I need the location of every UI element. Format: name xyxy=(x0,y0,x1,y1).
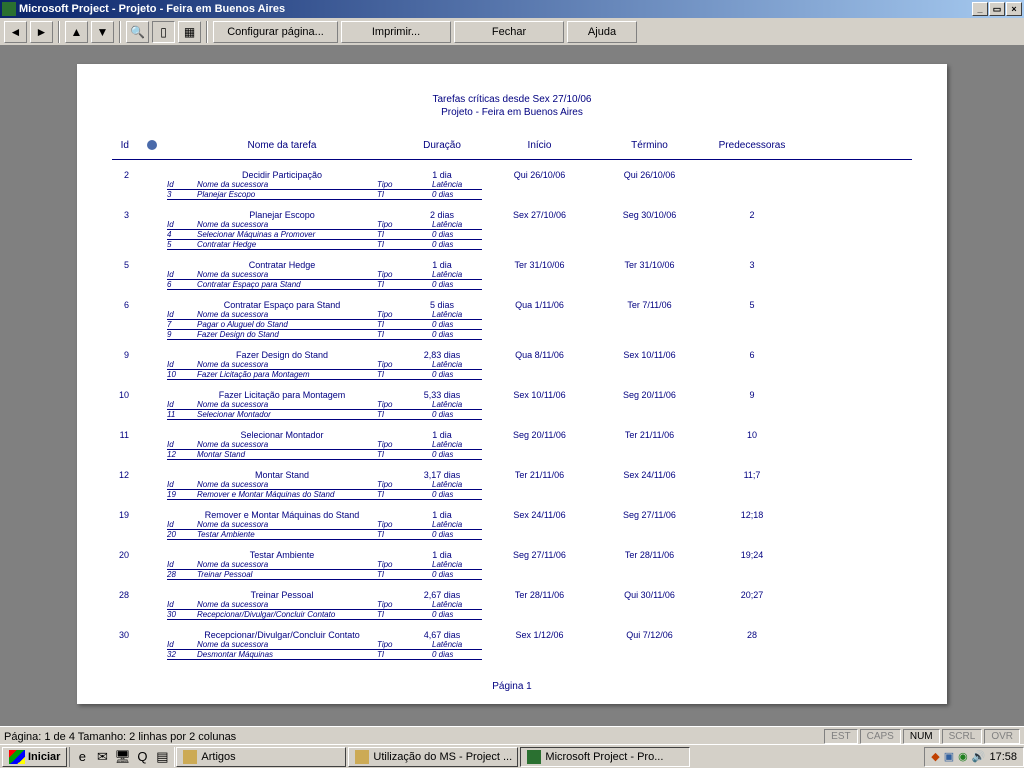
indicator-icon xyxy=(147,140,157,150)
system-tray: ◆ ▣ ◉ 🔊 17:58 xyxy=(924,747,1024,767)
col-id: Id xyxy=(97,140,137,153)
tray-icon[interactable]: ◉ xyxy=(958,750,968,763)
ie-icon[interactable]: e xyxy=(74,749,90,765)
successor-block: IdNome da sucessoraTipoLatência11Selecio… xyxy=(167,400,482,420)
successor-block: IdNome da sucessoraTipoLatência7Pagar o … xyxy=(167,310,482,340)
task-row: 28Treinar Pessoal2,67 diasTer 28/11/06Qu… xyxy=(97,590,927,600)
app-icon xyxy=(2,2,16,16)
col-name: Nome da tarefa xyxy=(167,140,397,153)
task-row: 20Testar Ambiente1 diaSeg 27/11/06Ter 28… xyxy=(97,550,927,560)
quick-launch: e ✉ 🖥 Q ▤ xyxy=(69,747,175,767)
help-button[interactable]: Ajuda xyxy=(567,21,637,43)
col-pred: Predecessoras xyxy=(707,140,797,153)
successor-block: IdNome da sucessoraTipoLatência28Treinar… xyxy=(167,560,482,580)
single-page-icon[interactable]: ▯ xyxy=(152,21,175,43)
taskbar: Iniciar e ✉ 🖥 Q ▤ ArtigosUtilização do M… xyxy=(0,744,1024,768)
statusbar: Página: 1 de 4 Tamanho: 2 linhas por 2 c… xyxy=(0,726,1024,746)
clock: 17:58 xyxy=(989,751,1017,763)
column-headers: Id Nome da tarefa Duração Início Término… xyxy=(97,140,927,153)
status-est: EST xyxy=(824,729,857,744)
task-row: 12Montar Stand3,17 diasTer 21/11/06Sex 2… xyxy=(97,470,927,480)
successor-block: IdNome da sucessoraTipoLatência6Contrata… xyxy=(167,270,482,290)
up-arrow-icon[interactable]: ▲ xyxy=(65,21,88,43)
close-button[interactable]: × xyxy=(1006,2,1022,16)
status-text: Página: 1 de 4 Tamanho: 2 linhas por 2 c… xyxy=(4,731,236,743)
close-preview-button[interactable]: Fechar xyxy=(454,21,564,43)
desktop-icon[interactable]: 🖥 xyxy=(114,749,130,765)
status-scrl: SCRL xyxy=(942,729,983,744)
app-icon xyxy=(527,750,541,764)
outlook-icon[interactable]: ✉ xyxy=(94,749,110,765)
minimize-button[interactable]: _ xyxy=(972,2,988,16)
tray-icon[interactable]: ◆ xyxy=(931,750,939,763)
successor-block: IdNome da sucessoraTipoLatência10Fazer L… xyxy=(167,360,482,380)
status-caps: CAPS xyxy=(860,729,901,744)
start-button[interactable]: Iniciar xyxy=(2,747,67,767)
task-row: 2Decidir Participação1 diaQui 26/10/06Qu… xyxy=(97,170,927,180)
task-row: 19Remover e Montar Máquinas do Stand1 di… xyxy=(97,510,927,520)
taskbar-item[interactable]: Microsoft Project - Pro... xyxy=(520,747,690,767)
window-title: Microsoft Project - Projeto - Feira em B… xyxy=(19,3,285,15)
print-button[interactable]: Imprimir... xyxy=(341,21,451,43)
tray-icon[interactable]: 🔊 xyxy=(972,750,986,763)
tray-icon[interactable]: ▣ xyxy=(944,750,954,763)
report-subtitle: Projeto - Feira em Buenos Aires xyxy=(97,107,927,118)
print-preview-area: Tarefas críticas desde Sex 27/10/06 Proj… xyxy=(0,46,1024,722)
zoom-icon[interactable]: 🔍 xyxy=(126,21,149,43)
taskbar-item[interactable]: Utilização do MS - Project ... xyxy=(348,747,518,767)
status-num: NUM xyxy=(903,729,940,744)
successor-block: IdNome da sucessoraTipoLatência3Planejar… xyxy=(167,180,482,200)
task-row: 10Fazer Licitação para Montagem5,33 dias… xyxy=(97,390,927,400)
successor-block: IdNome da sucessoraTipoLatência12Montar … xyxy=(167,440,482,460)
tasks-list: 2Decidir Participação1 diaQui 26/10/06Qu… xyxy=(97,170,927,660)
status-ovr: OVR xyxy=(984,729,1020,744)
successor-block: IdNome da sucessoraTipoLatência20Testar … xyxy=(167,520,482,540)
page-number: Página 1 xyxy=(77,681,947,692)
explorer-icon[interactable]: Q xyxy=(134,749,150,765)
successor-block: IdNome da sucessoraTipoLatência19Remover… xyxy=(167,480,482,500)
task-row: 6Contratar Espaço para Stand5 diasQua 1/… xyxy=(97,300,927,310)
task-row: 3Planejar Escopo2 diasSex 27/10/06Seg 30… xyxy=(97,210,927,220)
prev-icon[interactable]: ◄ xyxy=(4,21,27,43)
successor-block: IdNome da sucessoraTipoLatência32Desmont… xyxy=(167,640,482,660)
col-duration: Duração xyxy=(397,140,487,153)
app-icon[interactable]: ▤ xyxy=(154,749,170,765)
taskbar-items: ArtigosUtilização do MS - Project ...Mic… xyxy=(175,747,691,767)
successor-block: IdNome da sucessoraTipoLatência30Recepci… xyxy=(167,600,482,620)
taskbar-item[interactable]: Artigos xyxy=(176,747,346,767)
successor-block: IdNome da sucessoraTipoLatência4Selecion… xyxy=(167,220,482,250)
task-row: 11Selecionar Montador1 diaSeg 20/11/06Te… xyxy=(97,430,927,440)
down-arrow-icon[interactable]: ▼ xyxy=(91,21,114,43)
multi-page-icon[interactable]: ▦ xyxy=(178,21,201,43)
col-start: Início xyxy=(487,140,592,153)
task-row: 9Fazer Design do Stand2,83 diasQua 8/11/… xyxy=(97,350,927,360)
task-row: 5Contratar Hedge1 diaTer 31/10/06Ter 31/… xyxy=(97,260,927,270)
page-setup-button[interactable]: Configurar página... xyxy=(213,21,338,43)
app-icon xyxy=(183,750,197,764)
toolbar: ◄ ► ▲ ▼ 🔍 ▯ ▦ Configurar página... Impri… xyxy=(0,18,1024,46)
app-icon xyxy=(355,750,369,764)
restore-button[interactable]: ▭ xyxy=(989,2,1005,16)
titlebar: Microsoft Project - Projeto - Feira em B… xyxy=(0,0,1024,18)
next-icon[interactable]: ► xyxy=(30,21,53,43)
col-end: Término xyxy=(592,140,707,153)
report-title: Tarefas críticas desde Sex 27/10/06 xyxy=(97,94,927,105)
report-page: Tarefas críticas desde Sex 27/10/06 Proj… xyxy=(77,64,947,704)
windows-icon xyxy=(9,750,25,764)
col-indicator xyxy=(137,140,167,153)
task-row: 30Recepcionar/Divulgar/Concluir Contato4… xyxy=(97,630,927,640)
